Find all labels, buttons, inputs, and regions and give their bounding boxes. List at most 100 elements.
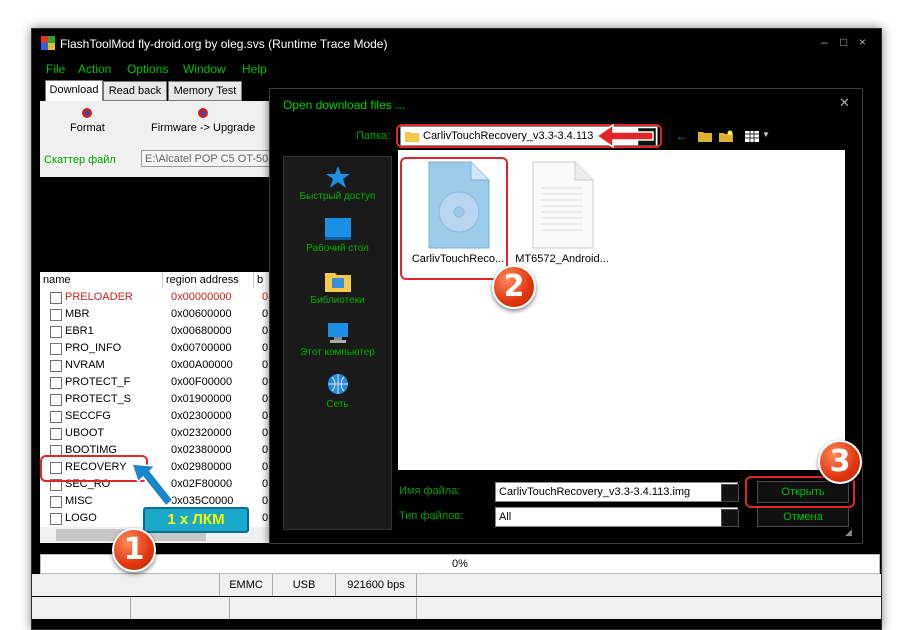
place-label: Сеть (326, 399, 349, 410)
up-folder-icon[interactable] (698, 130, 712, 142)
file-item-scatter[interactable]: MT6572_Android... (510, 160, 614, 265)
blue-arrow-icon (130, 463, 175, 508)
table-row[interactable]: NVRAM 0x00A00000 0 (40, 357, 272, 374)
title-bar: FlashToolMod fly-droid.org by oleg.svs (… (32, 29, 881, 59)
menu-window[interactable]: Window (183, 62, 226, 76)
place-libraries[interactable]: Библиотеки (284, 269, 391, 306)
dialog-close-icon[interactable]: ✕ (839, 95, 850, 111)
row-b: 0 (262, 291, 269, 303)
file-type-dropdown-icon[interactable] (721, 509, 739, 527)
place-this-pc[interactable]: Этот компьютер (284, 321, 391, 358)
log-area (40, 177, 272, 272)
place-quick-access[interactable]: Быстрый доступ (284, 165, 391, 202)
menu-file[interactable]: File (46, 62, 65, 76)
row-address: 0x02F80000 (171, 478, 233, 490)
cancel-button[interactable]: Отмена (757, 507, 849, 527)
row-checkbox[interactable] (50, 343, 62, 355)
row-checkbox[interactable] (50, 513, 62, 525)
row-b: 0 (262, 376, 269, 388)
row-checkbox[interactable] (50, 309, 62, 321)
tab-download[interactable]: Download (45, 80, 103, 101)
row-name: PRO_INFO (65, 342, 122, 354)
file-name-input[interactable]: CarlivTouchRecovery_v3.3-3.4.113.img (495, 482, 738, 502)
place-desktop[interactable]: Рабочий стол (284, 217, 391, 254)
firmware-upgrade-button[interactable]: Firmware -> Upgrade (151, 107, 255, 134)
new-folder-icon[interactable] (719, 130, 733, 142)
row-name: MBR (65, 308, 90, 320)
place-network[interactable]: Сеть (284, 373, 391, 410)
place-label: Быстрый доступ (299, 191, 376, 202)
row-checkbox[interactable] (50, 360, 62, 372)
table-row[interactable]: PROTECT_F 0x00F00000 0 (40, 374, 272, 391)
status-cell (32, 597, 131, 619)
libraries-icon (324, 273, 351, 292)
file-name: MT6572_Android... (515, 253, 609, 265)
row-checkbox[interactable] (50, 394, 62, 406)
table-row[interactable]: PRELOADER 0x00000000 0 (40, 289, 272, 306)
file-name-dropdown-icon[interactable] (721, 484, 739, 502)
desktop-icon (324, 218, 351, 240)
row-checkbox[interactable] (50, 428, 62, 440)
column-header-region-address[interactable]: region address (163, 272, 254, 288)
row-name: PROTECT_F (65, 376, 131, 388)
file-type-select[interactable]: All (495, 507, 738, 527)
table-row[interactable]: EBR1 0x00680000 0 (40, 323, 272, 340)
back-arrow-icon[interactable]: ← (676, 129, 688, 143)
format-button[interactable]: Format (70, 107, 105, 134)
close-button[interactable]: × (859, 35, 866, 49)
row-b: 0 (262, 478, 269, 490)
place-label: Рабочий стол (306, 243, 369, 254)
row-b: 0 (262, 393, 269, 405)
file-name-label: Имя файла: (399, 485, 461, 497)
status-storage: EMMC (220, 574, 273, 596)
row-checkbox[interactable] (50, 326, 62, 338)
menu-options[interactable]: Options (127, 62, 168, 76)
row-address: 0x00F00000 (171, 376, 233, 388)
step-badge-3: 3 (818, 440, 862, 484)
resize-grip-icon[interactable]: ◢ (845, 527, 852, 538)
view-menu-icon[interactable] (745, 131, 759, 142)
firmware-upgrade-label: Firmware -> Upgrade (151, 122, 256, 134)
table-row[interactable]: UBOOT 0x02320000 0 (40, 425, 272, 442)
row-checkbox[interactable] (50, 496, 62, 508)
status-cell (131, 597, 230, 619)
row-b: 0 (262, 444, 269, 456)
scatter-file-label: Скаттер файл (44, 154, 116, 166)
row-name: NVRAM (65, 359, 105, 371)
status-bar: EMMC USB 921600 bps (32, 574, 881, 596)
table-row[interactable]: SECCFG 0x02300000 0 (40, 408, 272, 425)
row-b: 0 (262, 325, 269, 337)
row-address: 0x02320000 (171, 427, 232, 439)
row-checkbox[interactable] (50, 411, 62, 423)
menu-bar: File Action Options Window Help (32, 59, 881, 79)
minimize-button[interactable]: – (821, 35, 828, 49)
window-title: FlashToolMod fly-droid.org by oleg.svs (… (60, 37, 388, 51)
row-b: 0 (262, 359, 269, 371)
status-cell-empty (32, 574, 220, 596)
menu-action[interactable]: Action (78, 62, 111, 76)
column-header-name[interactable]: name (40, 272, 163, 288)
row-address: 0x01900000 (171, 393, 232, 405)
step-badge-2: 2 (492, 265, 536, 309)
folder-label: Папка: (356, 130, 391, 142)
status-port: USB (273, 574, 336, 596)
row-name: MISC (65, 495, 93, 507)
row-b: 0 (262, 308, 269, 320)
table-row[interactable]: MBR 0x00600000 0 (40, 306, 272, 323)
status-cell (230, 597, 417, 619)
row-address: 0x02380000 (171, 444, 232, 456)
table-row[interactable]: PROTECT_S 0x01900000 0 (40, 391, 272, 408)
menu-help[interactable]: Help (242, 62, 267, 76)
view-dropdown-icon[interactable]: ▼ (762, 130, 770, 139)
table-row[interactable]: PRO_INFO 0x00700000 0 (40, 340, 272, 357)
tab-read-back[interactable]: Read back (103, 81, 167, 101)
row-address: 0x035C0000 (171, 495, 234, 507)
row-checkbox[interactable] (50, 292, 62, 304)
tab-memory-test[interactable]: Memory Test (168, 81, 242, 101)
row-checkbox[interactable] (50, 377, 62, 389)
maximize-button[interactable]: □ (840, 35, 847, 49)
row-b: 0 (262, 512, 269, 524)
places-sidebar: Быстрый доступ Рабочий стол Библиотеки Э… (283, 156, 392, 530)
format-icon (82, 108, 93, 118)
scatter-file-input[interactable]: E:\Alcatel POP C5 OT-503 (141, 150, 271, 167)
